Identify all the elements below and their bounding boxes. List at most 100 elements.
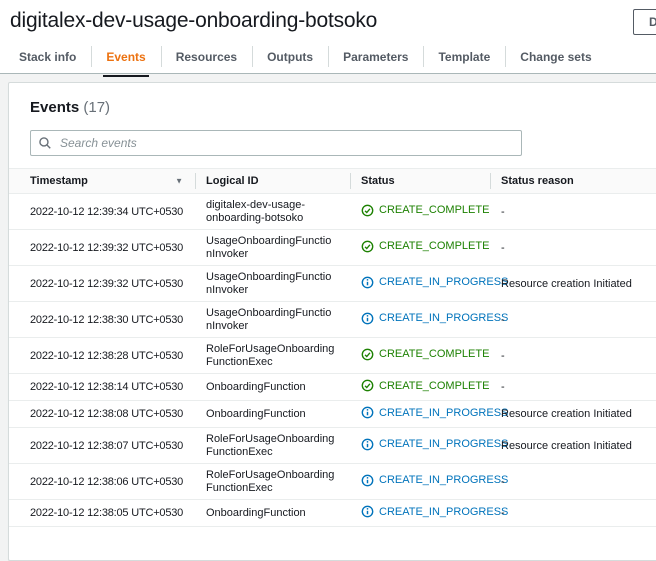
- tab-events[interactable]: Events: [91, 40, 160, 73]
- tab-label: Change sets: [520, 50, 591, 64]
- in-progress-info-icon: [361, 276, 374, 289]
- event-row: 2022-10-12 12:38:28 UTC+0530RoleForUsage…: [9, 338, 656, 374]
- tab-change-sets[interactable]: Change sets: [505, 40, 606, 73]
- events-heading-label: Events: [30, 99, 79, 116]
- success-check-icon: [361, 379, 374, 392]
- event-row: 2022-10-12 12:38:07 UTC+0530RoleForUsage…: [9, 428, 656, 464]
- event-status: CREATE_COMPLETE: [350, 338, 490, 374]
- sort-descending-icon: ▼: [175, 177, 183, 186]
- event-logical-id: RoleForUsageOnboardingFunctionExec: [195, 428, 350, 464]
- event-timestamp: 2022-10-12 12:38:07 UTC+0530: [9, 428, 195, 464]
- event-status: CREATE_COMPLETE: [350, 194, 490, 230]
- events-heading: Events (17): [9, 83, 656, 117]
- status-label: CREATE_IN_PROGRESS: [379, 407, 508, 419]
- event-timestamp: 2022-10-12 12:39:32 UTC+0530: [9, 230, 195, 266]
- event-logical-id: digitalex-dev-usage-onboarding-botsoko: [195, 194, 350, 230]
- event-row: 2022-10-12 12:38:08 UTC+0530OnboardingFu…: [9, 401, 656, 428]
- event-status: CREATE_IN_PROGRESS: [350, 302, 490, 338]
- event-logical-id: OnboardingFunction: [195, 374, 350, 401]
- event-row: 2022-10-12 12:38:06 UTC+0530RoleForUsage…: [9, 464, 656, 500]
- event-status: CREATE_IN_PROGRESS: [350, 464, 490, 500]
- status-badge: CREATE_COMPLETE: [361, 379, 489, 392]
- status-label: CREATE_COMPLETE: [379, 380, 489, 392]
- event-status-reason: -: [490, 464, 656, 500]
- search-box[interactable]: [30, 130, 522, 156]
- event-status: CREATE_IN_PROGRESS: [350, 500, 490, 527]
- status-badge: CREATE_IN_PROGRESS: [361, 474, 508, 487]
- event-row: 2022-10-12 12:38:30 UTC+0530UsageOnboard…: [9, 302, 656, 338]
- event-timestamp: 2022-10-12 12:38:14 UTC+0530: [9, 374, 195, 401]
- event-status: CREATE_IN_PROGRESS: [350, 428, 490, 464]
- page-title: digitalex-dev-usage-onboarding-botsoko: [10, 9, 377, 33]
- tab-bar: Stack info Events Resources Outputs Paramete…: [0, 40, 656, 74]
- success-check-icon: [361, 240, 374, 253]
- event-status-reason: Resource creation Initiated: [490, 428, 656, 464]
- page-header: digitalex-dev-usage-onboarding-botsoko D…: [0, 0, 656, 74]
- event-logical-id: RoleForUsageOnboardingFunctionExec: [195, 464, 350, 500]
- event-timestamp: 2022-10-12 12:38:05 UTC+0530: [9, 500, 195, 527]
- event-logical-id: OnboardingFunction: [195, 500, 350, 527]
- tab-outputs[interactable]: Outputs: [252, 40, 328, 73]
- status-badge: CREATE_IN_PROGRESS: [361, 312, 508, 325]
- event-logical-id: UsageOnboardingFunctionInvoker: [195, 266, 350, 302]
- event-row: 2022-10-12 12:38:05 UTC+0530OnboardingFu…: [9, 500, 656, 527]
- search-input[interactable]: [58, 132, 521, 154]
- tab-resources[interactable]: Resources: [161, 40, 252, 73]
- event-status-reason: Resource creation Initiated: [490, 266, 656, 302]
- status-badge: CREATE_COMPLETE: [361, 240, 489, 253]
- status-badge: CREATE_COMPLETE: [361, 348, 489, 361]
- events-table: Timestamp ▼ Logical ID Status Status rea…: [9, 168, 656, 527]
- column-header-logical-id[interactable]: Logical ID: [195, 169, 350, 194]
- event-logical-id: UsageOnboardingFunctionInvoker: [195, 230, 350, 266]
- tab-label: Parameters: [343, 50, 408, 64]
- table-header-row: Timestamp ▼ Logical ID Status Status rea…: [9, 169, 656, 194]
- status-label: CREATE_COMPLETE: [379, 204, 489, 216]
- tab-template[interactable]: Template: [423, 40, 505, 73]
- status-label: CREATE_COMPLETE: [379, 240, 489, 252]
- events-table-body: 2022-10-12 12:39:34 UTC+0530digitalex-de…: [9, 194, 656, 527]
- tab-label: Events: [106, 50, 145, 64]
- status-badge: CREATE_IN_PROGRESS: [361, 505, 508, 518]
- event-logical-id: UsageOnboardingFunctionInvoker: [195, 302, 350, 338]
- event-timestamp: 2022-10-12 12:38:30 UTC+0530: [9, 302, 195, 338]
- event-row: 2022-10-12 12:38:14 UTC+0530OnboardingFu…: [9, 374, 656, 401]
- event-row: 2022-10-12 12:39:34 UTC+0530digitalex-de…: [9, 194, 656, 230]
- event-logical-id: OnboardingFunction: [195, 401, 350, 428]
- status-badge: CREATE_IN_PROGRESS: [361, 438, 508, 451]
- event-timestamp: 2022-10-12 12:39:34 UTC+0530: [9, 194, 195, 230]
- in-progress-info-icon: [361, 312, 374, 325]
- tab-label: Template: [438, 50, 490, 64]
- event-timestamp: 2022-10-12 12:39:32 UTC+0530: [9, 266, 195, 302]
- status-badge: CREATE_IN_PROGRESS: [361, 406, 508, 419]
- in-progress-info-icon: [361, 406, 374, 419]
- event-status: CREATE_COMPLETE: [350, 374, 490, 401]
- event-status-reason: -: [490, 374, 656, 401]
- tab-parameters[interactable]: Parameters: [328, 40, 423, 73]
- column-header-timestamp[interactable]: Timestamp ▼: [9, 169, 195, 194]
- success-check-icon: [361, 204, 374, 217]
- events-count: (17): [83, 99, 110, 116]
- event-timestamp: 2022-10-12 12:38:28 UTC+0530: [9, 338, 195, 374]
- status-label: CREATE_IN_PROGRESS: [379, 474, 508, 486]
- tab-label: Outputs: [267, 50, 313, 64]
- in-progress-info-icon: [361, 474, 374, 487]
- delete-button[interactable]: Delete: [633, 9, 656, 35]
- event-status: CREATE_IN_PROGRESS: [350, 401, 490, 428]
- status-badge: CREATE_IN_PROGRESS: [361, 276, 508, 289]
- event-status-reason: -: [490, 500, 656, 527]
- search-icon: [38, 136, 52, 150]
- success-check-icon: [361, 348, 374, 361]
- status-label: CREATE_IN_PROGRESS: [379, 506, 508, 518]
- event-status-reason: -: [490, 302, 656, 338]
- events-panel: Events (17) Timestamp ▼ Logical ID Statu…: [8, 82, 656, 561]
- tab-label: Stack info: [19, 50, 76, 64]
- status-label: CREATE_COMPLETE: [379, 348, 489, 360]
- status-label: CREATE_IN_PROGRESS: [379, 276, 508, 288]
- event-timestamp: 2022-10-12 12:38:08 UTC+0530: [9, 401, 195, 428]
- tab-stack-info[interactable]: Stack info: [4, 40, 91, 73]
- status-label: CREATE_IN_PROGRESS: [379, 312, 508, 324]
- tab-label: Resources: [176, 50, 237, 64]
- event-status-reason: -: [490, 230, 656, 266]
- column-header-status-reason[interactable]: Status reason: [490, 169, 656, 194]
- column-header-status[interactable]: Status: [350, 169, 490, 194]
